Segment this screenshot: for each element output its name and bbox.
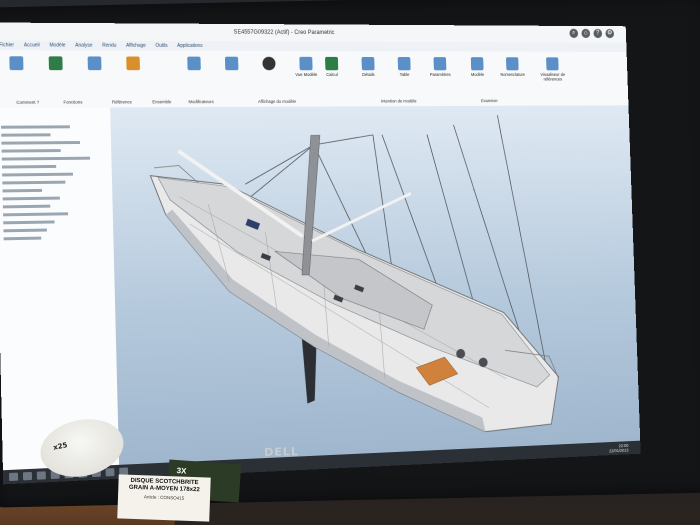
section-label: Modificateurs [188,99,213,107]
tree-item[interactable] [1,141,80,145]
ribbon-tool[interactable] [0,56,34,100]
ribbon-group-left [0,56,150,100]
tree-item[interactable] [2,157,90,161]
ribbon-group-intent: Calcul Détails Table Paramètres [316,57,456,99]
ribbon-tool[interactable] [78,56,112,99]
tree-item[interactable] [2,149,61,153]
ribbon-tool[interactable] [216,57,249,100]
help-icon[interactable]: ? [593,29,602,38]
bom-icon [506,57,519,70]
box-text: 3X [176,466,186,476]
product-label: DISQUE SCOTCHBRITE GRAIN A-MOYEN 178x22 … [117,474,210,521]
tool-icon [225,57,238,71]
start-icon[interactable] [9,473,18,481]
monitor-brand-logo: DELL [264,445,299,459]
taskbar-clock[interactable]: 22:00 22/01/2013 [609,443,629,453]
tool-icon [126,57,140,71]
section-label: Référence [112,99,132,107]
ribbon-tool[interactable] [39,56,73,99]
taskbar-app-icon[interactable] [106,468,115,476]
taskbar-app-icon[interactable] [23,472,32,480]
model-tree-panel [0,107,120,470]
menu-home[interactable]: Accueil [24,40,40,50]
tree-item[interactable] [1,125,70,128]
tool-icon [88,56,102,70]
tool-icon [187,57,201,71]
ribbon-tool-model[interactable]: Modèle [462,57,493,98]
3d-viewport[interactable] [110,105,640,465]
tree-item[interactable] [2,173,73,177]
ribbon-tool-details[interactable]: Détails [352,57,384,99]
tree-item[interactable] [3,212,68,216]
ribbon-label: Vue Modèle [295,72,317,77]
tree-item[interactable] [3,197,60,201]
section-label: Comment ? [16,100,39,108]
ribbon-tool-params[interactable]: Paramètres [425,57,457,98]
label-line-3: Article : CONSO415 [122,494,206,503]
tape-text: x25 [53,441,69,452]
ribbon-tool-appearance[interactable] [253,57,286,99]
sphere-icon [262,57,275,70]
ribbon-group-middle: Vue Modèle [178,57,323,100]
tool-icon [471,57,484,70]
screen: SE4557G09322 (Actif) - Creo Parametric ⌕… [0,23,641,485]
tree-item[interactable] [3,229,47,233]
ribbon-label: Paramètres [430,72,451,77]
pencil-icon [546,57,559,70]
tool-icon [325,57,338,70]
tool-icon [9,56,23,70]
section-label: Examiner [481,98,498,106]
taskbar-app-icon[interactable] [37,471,46,479]
ribbon-label: Détails [362,72,375,77]
tool-icon [299,57,312,70]
settings-icon[interactable]: ⚙ [605,29,614,38]
section-label: Ensemble [152,99,171,107]
menu-view[interactable]: Affichage [126,41,146,51]
ribbon-tool-table[interactable]: Table [389,57,421,99]
ribbon-tool[interactable] [117,56,151,99]
window-controls: ⌕ ⌂ ? ⚙ [569,29,614,38]
menu-analysis[interactable]: Analyse [75,41,93,51]
tree-item[interactable] [2,189,42,193]
menu-file[interactable]: Fichier [0,40,14,50]
section-label: Intention de modèle [381,99,417,107]
ribbon: Vue Modèle Calcul Détails Table Paramètr… [0,50,628,109]
menu-applications[interactable]: Applications [177,41,203,51]
tool-icon [49,56,63,70]
ribbon-label: Modèle [471,72,484,77]
home-icon[interactable]: ⌂ [581,29,590,38]
tree-item[interactable] [2,181,65,185]
ribbon-label: Visualiseur de références [533,72,573,81]
tree-item[interactable] [1,133,50,136]
ribbon-tool-bom[interactable]: Nomenclature [497,57,528,98]
tree-item[interactable] [2,165,56,169]
tree-item[interactable] [4,237,42,241]
table-icon [398,57,411,70]
spreader [311,193,413,241]
clock-date: 22/01/2013 [609,448,629,454]
tool-icon [362,57,375,70]
section-label: Fonctions [63,100,82,108]
parameters-icon [433,57,446,70]
ribbon-label: Nomenclature [500,72,525,77]
menu-tools[interactable]: Outils [155,41,167,51]
sailboat-model [110,105,640,465]
ribbon-label: Calcul [326,72,338,77]
ribbon-label: Table [400,72,410,77]
search-icon[interactable]: ⌕ [569,29,578,38]
tree-item[interactable] [3,205,50,209]
menu-render[interactable]: Rendu [102,41,116,51]
window-title: SE4557G09322 (Actif) - Creo Parametric [234,30,335,36]
menu-model[interactable]: Modèle [49,41,65,51]
section-label: Affichage du modèle [258,99,296,107]
tree-item[interactable] [3,220,54,224]
ribbon-tool[interactable] [178,57,211,100]
ribbon-tool-ref-viewer[interactable]: Visualiseur de références [532,57,573,98]
ribbon-group-examine: Modèle Nomenclature Visualiseur de référ… [462,57,573,98]
ribbon-tool-calc[interactable]: Calcul [316,57,348,99]
